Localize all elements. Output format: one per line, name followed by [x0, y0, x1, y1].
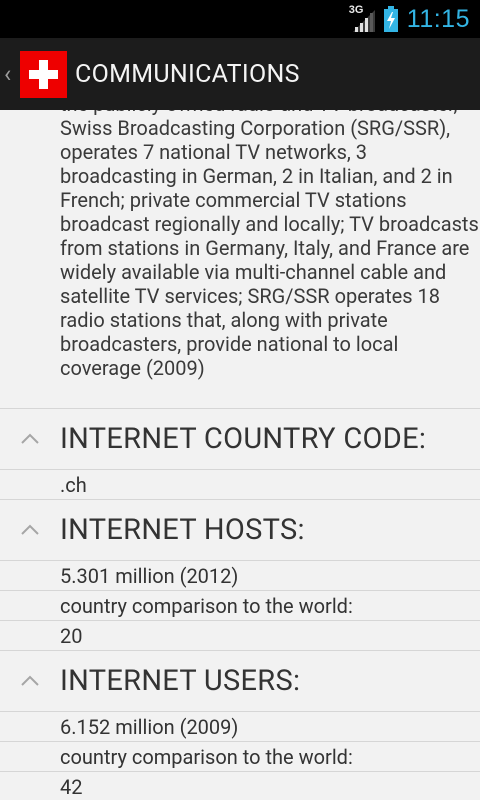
- section-internet-users[interactable]: INTERNET USERS:: [0, 650, 480, 711]
- list-item: 20: [0, 620, 480, 650]
- chevron-up-icon[interactable]: [0, 524, 60, 536]
- value-text: .ch: [60, 472, 87, 497]
- value-text: country comparison to the world:: [60, 744, 353, 769]
- value-text: 20: [60, 623, 83, 648]
- section-header[interactable]: INTERNET USERS:: [0, 651, 480, 711]
- swiss-flag-logo[interactable]: [20, 50, 67, 98]
- value-text: 6.152 million (2009): [60, 714, 239, 739]
- page-title: COMMUNICATIONS: [75, 59, 300, 89]
- list-item: 6.152 million (2009): [0, 711, 480, 741]
- chevron-left-icon[interactable]: ‹: [4, 60, 18, 88]
- section-title: INTERNET HOSTS:: [60, 513, 305, 547]
- section-title: INTERNET COUNTRY CODE:: [60, 422, 427, 456]
- chevron-up-icon[interactable]: [0, 675, 60, 687]
- list-item: 42: [0, 771, 480, 800]
- section-title: INTERNET USERS:: [60, 664, 301, 698]
- section-internet-hosts[interactable]: INTERNET HOSTS:: [0, 499, 480, 560]
- status-clock: 11:15: [406, 4, 470, 33]
- value-text: 42: [60, 774, 83, 799]
- content-scroll[interactable]: the publicly owned radio and TV broadcas…: [0, 110, 480, 800]
- list-item: .ch: [0, 469, 480, 499]
- action-bar: ‹ COMMUNICATIONS: [0, 38, 480, 110]
- section-header[interactable]: INTERNET HOSTS:: [0, 500, 480, 560]
- status-bar: 3G 11:15: [0, 0, 480, 38]
- value-text: country comparison to the world:: [60, 593, 353, 618]
- signal-icon: 3G: [348, 4, 375, 32]
- network-type-label: 3G: [348, 4, 364, 16]
- broadcast-media-text: the publicly owned radio and TV broadcas…: [60, 110, 479, 380]
- chevron-up-icon[interactable]: [0, 433, 60, 445]
- list-item: country comparison to the world:: [0, 590, 480, 620]
- status-icons: 3G 11:15: [349, 0, 470, 38]
- section-internet-country-code[interactable]: INTERNET COUNTRY CODE:: [0, 408, 480, 469]
- list-item: country comparison to the world:: [0, 741, 480, 771]
- section-header[interactable]: INTERNET COUNTRY CODE:: [0, 409, 480, 469]
- battery-charging-icon: [383, 5, 399, 33]
- value-text: 5.301 million (2012): [60, 563, 239, 588]
- list-item: 5.301 million (2012): [0, 560, 480, 590]
